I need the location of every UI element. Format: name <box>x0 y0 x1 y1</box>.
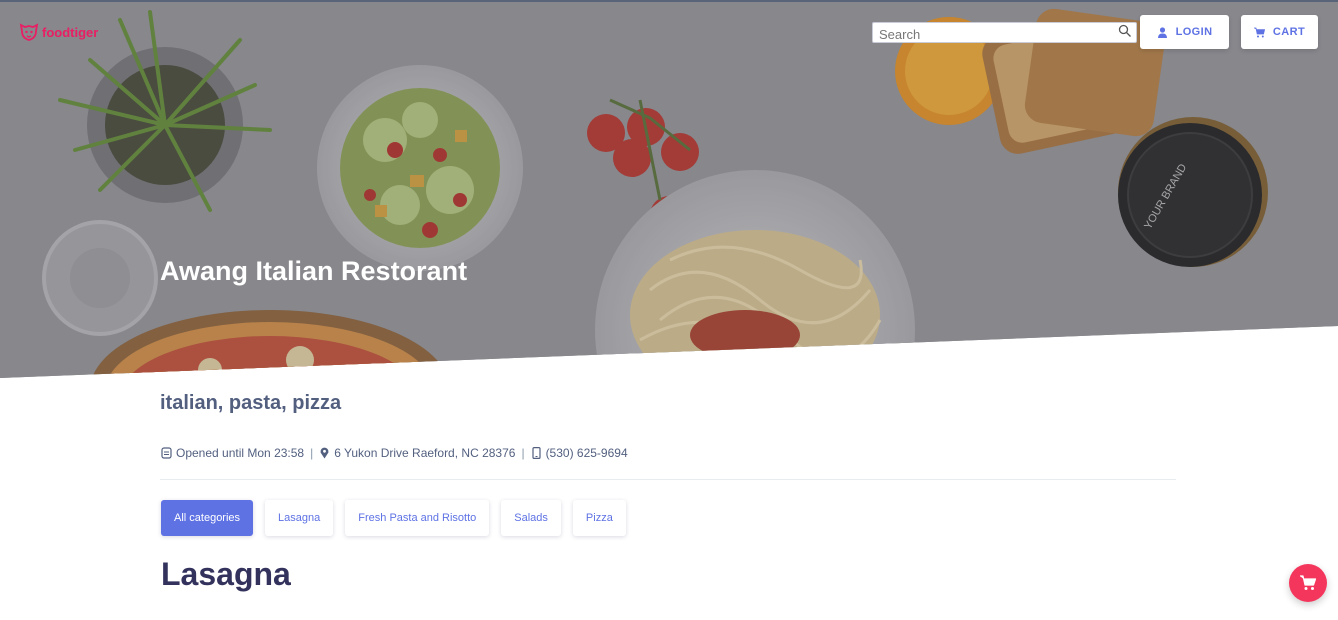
cart-icon <box>1300 575 1317 590</box>
floating-cart-button[interactable] <box>1289 564 1327 602</box>
top-border <box>0 0 1338 2</box>
category-pizza[interactable]: Pizza <box>572 500 626 536</box>
hero-food-image: YOUR BRAND <box>0 0 1338 378</box>
login-label: LOGIN <box>1175 26 1213 38</box>
search-box[interactable] <box>872 22 1137 43</box>
restaurant-info: Opened until Mon 23:58 | 6 Yukon Drive R… <box>161 446 628 460</box>
cart-icon <box>1253 27 1265 37</box>
info-separator: | <box>310 446 314 460</box>
restaurant-tags: italian, pasta, pizza <box>160 392 342 414</box>
brand-name: foodtiger <box>42 24 99 40</box>
restaurant-address: 6 Yukon Drive Raeford, NC 28376 <box>334 446 516 460</box>
phone-icon <box>531 447 541 459</box>
restaurant-phone: (530) 625-9694 <box>545 446 628 460</box>
hero-banner: YOUR BRAND foodtiger <box>0 0 1338 378</box>
info-separator: | <box>521 446 525 460</box>
section-title: Lasagna <box>161 556 291 592</box>
clock-icon <box>161 447 172 459</box>
cart-button[interactable]: CART <box>1241 15 1318 49</box>
category-filter: All categories Lasagna Fresh Pasta and R… <box>161 500 626 536</box>
opening-hours: Opened until Mon 23:58 <box>176 446 305 460</box>
search-icon[interactable] <box>1118 24 1132 38</box>
search-input[interactable] <box>873 23 1136 42</box>
category-salads[interactable]: Salads <box>501 500 561 536</box>
cart-label: CART <box>1272 26 1306 38</box>
restaurant-page: YOUR BRAND foodtiger <box>0 0 1338 620</box>
user-icon <box>1157 26 1167 38</box>
category-all[interactable]: All categories <box>161 500 254 536</box>
category-fresh-pasta-risotto[interactable]: Fresh Pasta and Risotto <box>345 500 490 536</box>
login-button[interactable]: LOGIN <box>1140 15 1229 49</box>
category-lasagna[interactable]: Lasagna <box>265 500 334 536</box>
map-pin-icon <box>320 447 329 459</box>
brand-logo[interactable]: foodtiger <box>18 22 98 42</box>
divider <box>160 479 1176 480</box>
restaurant-name: Awang Italian Restorant <box>160 256 468 286</box>
tiger-logo-icon <box>19 23 39 41</box>
